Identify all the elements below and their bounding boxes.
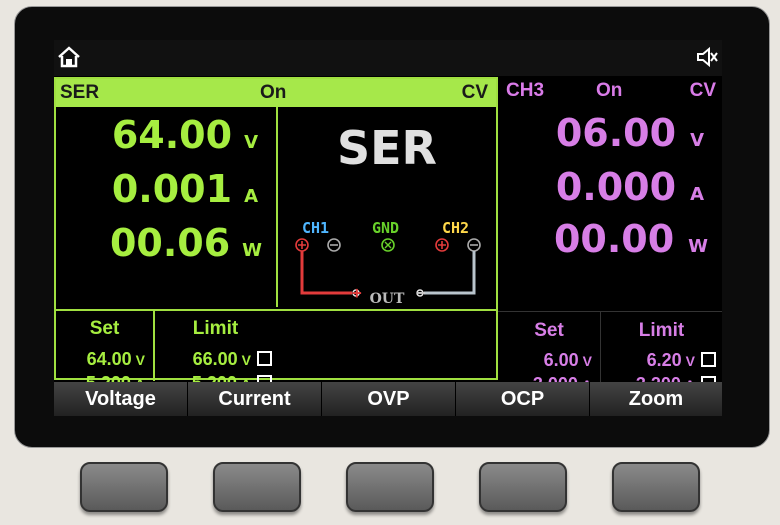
top-bar bbox=[54, 40, 722, 76]
ser-set-column: Set 64.00V 5.200A bbox=[56, 311, 155, 393]
ser-limit-voltage[interactable]: 66.00 V bbox=[193, 349, 272, 370]
ser-set-label: Set bbox=[89, 318, 120, 339]
home-icon[interactable] bbox=[56, 44, 82, 70]
ser-diagram-title: SER bbox=[337, 121, 437, 175]
ovp-checkbox[interactable] bbox=[257, 351, 272, 366]
ch3-output-state: On bbox=[596, 80, 623, 101]
ch3-limit-voltage[interactable]: 6.20 V bbox=[647, 350, 716, 371]
ch3-set-column: Set 6.00V 3.000A bbox=[498, 312, 601, 394]
ch3-panel: CH3 On CV 06.00 V 0.000 A 00.00 W Set 6.00 V… bbox=[498, 77, 722, 394]
ch3-set-label: Set bbox=[534, 320, 564, 341]
softkey-ovp[interactable]: OVP bbox=[322, 382, 456, 416]
softkey-voltage[interactable]: Voltage bbox=[54, 382, 188, 416]
softkey-current[interactable]: Current bbox=[188, 382, 322, 416]
ch3-channel-name: CH3 bbox=[506, 80, 545, 101]
ch3-set-voltage[interactable]: 6.00 V bbox=[544, 350, 592, 371]
hardware-key-2[interactable] bbox=[213, 462, 301, 512]
ser-mode: CV bbox=[461, 82, 488, 103]
ser-power-readout: 00.06 W bbox=[109, 221, 262, 265]
ser-output-state: On bbox=[260, 82, 287, 103]
hardware-key-1[interactable] bbox=[80, 462, 168, 512]
speaker-mute-icon[interactable] bbox=[694, 44, 720, 70]
ser-voltage-readout: 64.00 V bbox=[111, 113, 258, 157]
softkey-ocp[interactable]: OCP bbox=[456, 382, 590, 416]
ser-connection-diagram: SER CH1 GND CH2 + − OUT bbox=[278, 107, 496, 307]
softkey-zoom[interactable]: Zoom bbox=[590, 382, 722, 416]
ser-channel-name: SER bbox=[60, 82, 100, 103]
hardware-key-4[interactable] bbox=[479, 462, 567, 512]
ch3-ovp-checkbox[interactable] bbox=[701, 352, 716, 367]
ser-settings: Set 64.00V 5.200A Limit 66.00V 5.200A bbox=[56, 309, 496, 393]
ser-readings: 64.00 V 0.001 A 00.06 W bbox=[56, 107, 278, 307]
hardware-key-5[interactable] bbox=[612, 462, 700, 512]
ch3-power-readout: 00.00 W bbox=[553, 217, 708, 261]
ch3-limit-label: Limit bbox=[638, 320, 685, 341]
ser-limit-column: Limit 66.00V 5.200A bbox=[155, 311, 276, 393]
ser-current-readout: 0.001 A bbox=[111, 167, 258, 211]
ch3-limit-column: Limit 6.20V 3.200A bbox=[601, 312, 722, 394]
screen: SER On CV 64.00 V 0.001 A 00.06 W SER CH1 G… bbox=[54, 40, 722, 416]
ch3-mode: CV bbox=[689, 80, 716, 101]
ch3-status-bar: CH3 On CV bbox=[498, 77, 722, 105]
ch3-settings: Set 6.00V 3.000A Limit 6.20V 3.200A bbox=[498, 311, 722, 394]
ser-limit-label: Limit bbox=[192, 318, 239, 339]
ser-status-bar: SER On CV bbox=[56, 79, 496, 107]
ser-panel: SER On CV 64.00 V 0.001 A 00.06 W SER CH1 G… bbox=[54, 77, 498, 393]
ch3-current-readout: 0.000 A bbox=[555, 165, 704, 209]
out-label: OUT bbox=[369, 291, 405, 307]
ch3-voltage-readout: 06.00 V bbox=[555, 111, 704, 155]
hardware-key-3[interactable] bbox=[346, 462, 434, 512]
ser-set-voltage[interactable]: 64.00 V bbox=[87, 349, 145, 370]
